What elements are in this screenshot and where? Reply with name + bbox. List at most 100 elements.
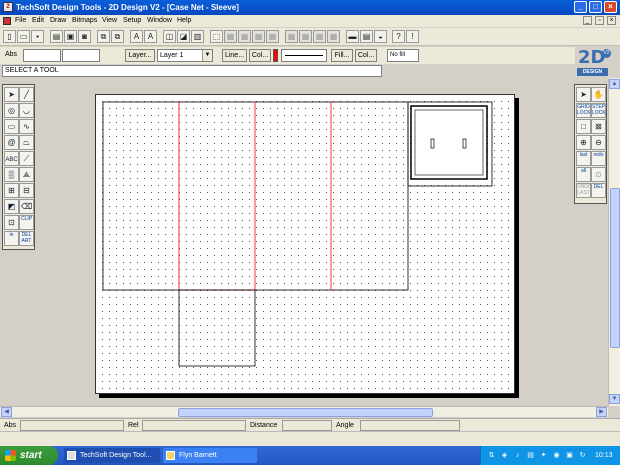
maximize-button[interactable]: □ xyxy=(589,1,602,13)
monitor-icon[interactable]: ▬ xyxy=(346,30,359,43)
trim-tool-icon[interactable]: ⊟ xyxy=(19,183,34,198)
shield-icon[interactable]: ◈ xyxy=(500,451,509,460)
undo-last-button[interactable]: UNDO LAST xyxy=(576,183,592,198)
menu-draw[interactable]: Draw xyxy=(50,15,66,27)
mdi-restore-button[interactable]: ▫ xyxy=(595,16,604,25)
horizontal-scroll-thumb[interactable] xyxy=(178,408,433,417)
scale-icon[interactable]: ▦ xyxy=(313,30,326,43)
select-arrow-icon[interactable]: ➤ xyxy=(4,87,19,102)
order-back-icon[interactable]: ▦ xyxy=(266,30,279,43)
volume-icon[interactable]: ♪ xyxy=(513,451,522,460)
taskbar-item-folder[interactable]: Flyn Barnett xyxy=(163,448,257,463)
line-button[interactable]: Line... xyxy=(222,49,247,62)
network-icon[interactable]: ⇅ xyxy=(487,451,496,460)
taskbar-item-2d-design[interactable]: TechSoft Design Tool... xyxy=(64,448,160,463)
update-icon[interactable]: ✦ xyxy=(539,451,548,460)
rectangle-tool-icon[interactable]: ▭ xyxy=(4,119,19,134)
line-color-button[interactable]: Col... xyxy=(249,49,271,62)
fill-button[interactable]: Fill... xyxy=(331,49,353,62)
scroll-left-icon[interactable]: ◀ xyxy=(1,407,12,417)
node-tool-icon[interactable]: ⟁ xyxy=(19,167,34,182)
spiral-tool-icon[interactable]: @ xyxy=(4,135,19,150)
context-help-icon[interactable]: ? xyxy=(392,30,405,43)
zoom-out-icon[interactable]: ⊖ xyxy=(591,135,606,150)
line-style-preview[interactable] xyxy=(281,49,327,62)
move-tool-icon[interactable]: ⊞ xyxy=(4,183,19,198)
vertical-scrollbar[interactable]: ▲ ▼ xyxy=(608,78,620,406)
fill-color-button[interactable]: Col... xyxy=(355,49,377,62)
mirror-icon[interactable]: ▦ xyxy=(285,30,298,43)
zoom-box-icon[interactable]: □ xyxy=(576,119,591,134)
zoom-fit-icon[interactable]: ⊙ xyxy=(591,167,606,182)
zoom-window-icon[interactable]: ⊠ xyxy=(591,119,606,134)
printer-tray-icon[interactable]: ▤ xyxy=(526,451,535,460)
zoom-all-button[interactable]: all xyxy=(576,167,591,182)
export-icon[interactable]: ▣ xyxy=(64,30,77,43)
layer-select[interactable]: Layer 1 ▼ xyxy=(157,49,213,62)
stretch-icon[interactable]: ▦ xyxy=(327,30,340,43)
rotate-icon[interactable]: ▦ xyxy=(299,30,312,43)
scroll-up-icon[interactable]: ▲ xyxy=(609,79,620,89)
fill-tool-icon[interactable]: ◩ xyxy=(4,199,19,214)
start-button[interactable]: start xyxy=(0,446,58,465)
mdi-close-button[interactable]: × xyxy=(607,16,616,25)
text-style-icon[interactable]: A xyxy=(130,30,143,43)
drawing-sheet[interactable] xyxy=(95,94,515,394)
layer-button[interactable]: Layer... xyxy=(125,49,155,62)
open-file-icon[interactable]: ▭ xyxy=(17,30,30,43)
vertical-scroll-thumb[interactable] xyxy=(610,188,620,348)
line-tool-icon[interactable]: ╱ xyxy=(19,87,34,102)
abs-x-field[interactable] xyxy=(23,49,61,62)
sync-icon[interactable]: ↻ xyxy=(578,451,587,460)
menu-edit[interactable]: Edit xyxy=(32,15,44,27)
new-file-icon[interactable]: ▯ xyxy=(3,30,16,43)
distribute-icon[interactable]: ▦ xyxy=(238,30,251,43)
abs-y-field[interactable] xyxy=(62,49,100,62)
mdi-minimize-button[interactable]: _ xyxy=(583,16,592,25)
align-icon[interactable]: ▦ xyxy=(224,30,237,43)
hint-icon[interactable]: ! xyxy=(406,30,419,43)
delete-art-button[interactable]: DEL ART xyxy=(19,231,34,246)
horizontal-scrollbar[interactable]: ◀ ▶ xyxy=(0,406,608,417)
curve-tool-icon[interactable]: ∿ xyxy=(19,119,34,134)
zoom-last-button[interactable]: last xyxy=(576,151,591,166)
arc-tool-icon[interactable]: ◡ xyxy=(19,103,34,118)
paste-icon[interactable]: ⧉ xyxy=(111,30,124,43)
dimension-tool-icon[interactable]: ⟋ xyxy=(19,151,34,166)
pointer-icon[interactable]: ➤ xyxy=(576,87,591,102)
group-icon[interactable]: ◫ xyxy=(163,30,176,43)
text-size-icon[interactable]: A xyxy=(144,30,157,43)
redraw-button[interactable]: redo xyxy=(591,151,606,166)
units-button[interactable]: in xyxy=(4,231,19,246)
zoom-in-icon[interactable]: ⊕ xyxy=(576,135,591,150)
polygon-tool-icon[interactable]: ⏢ xyxy=(19,135,34,150)
delete-button[interactable]: DEL xyxy=(591,183,606,198)
bitmap-tool-icon[interactable]: ⊡ xyxy=(4,215,19,230)
display-icon[interactable]: ▣ xyxy=(565,451,574,460)
save-icon[interactable]: ▪ xyxy=(31,30,44,43)
menu-help[interactable]: Help xyxy=(177,15,191,27)
grid-lock-button[interactable]: GRID LOCK xyxy=(576,103,591,118)
chevron-down-icon[interactable]: ▼ xyxy=(202,50,212,61)
select-all-icon[interactable]: ⬚ xyxy=(210,30,223,43)
camera-icon[interactable]: ◙ xyxy=(78,30,91,43)
text-tool-button[interactable]: ABC xyxy=(4,151,19,166)
order-front-icon[interactable]: ▦ xyxy=(252,30,265,43)
hatch-tool-icon[interactable]: ▒ xyxy=(4,167,19,182)
print-icon[interactable]: ▤ xyxy=(50,30,63,43)
scroll-down-icon[interactable]: ▼ xyxy=(609,394,620,404)
close-button[interactable]: × xyxy=(604,1,617,13)
menu-setup[interactable]: Setup xyxy=(123,15,141,27)
scroll-right-icon[interactable]: ▶ xyxy=(596,407,607,417)
copy-icon[interactable]: ⧉ xyxy=(97,30,110,43)
cut-output-icon[interactable]: ◒ xyxy=(374,30,387,43)
menu-view[interactable]: View xyxy=(102,15,117,27)
eraser-tool-icon[interactable]: ⌫ xyxy=(19,199,34,214)
layer-icon[interactable]: ▥ xyxy=(191,30,204,43)
security-icon[interactable]: ◉ xyxy=(552,451,561,460)
menu-file[interactable]: File xyxy=(15,15,26,27)
app-icon[interactable]: 2 xyxy=(3,2,13,12)
clip-art-button[interactable]: CLIP xyxy=(19,215,34,230)
menu-bitmaps[interactable]: Bitmaps xyxy=(72,15,97,27)
menu-window[interactable]: Window xyxy=(147,15,172,27)
